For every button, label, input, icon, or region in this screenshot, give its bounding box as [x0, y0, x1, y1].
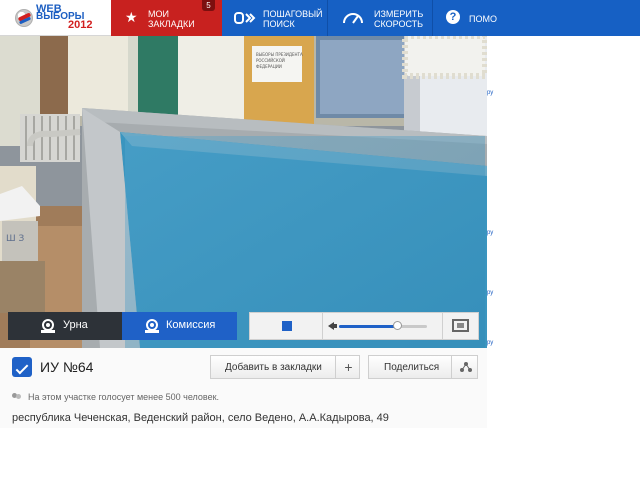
nav-measure-speed[interactable]: Измерить скорость — [327, 0, 432, 36]
add-bookmark-label: Добавить в закладки — [225, 362, 322, 373]
fullscreen-button[interactable] — [442, 313, 479, 339]
nav-step-search-label: Пошаговый поиск — [263, 9, 323, 29]
web-vybory-logo[interactable]: WEB ВЫБОРЫ 2012 — [0, 0, 111, 36]
speedometer-icon — [343, 13, 363, 24]
tab-camera-commission[interactable]: Комиссия — [122, 312, 237, 340]
add-bookmark-button[interactable]: Добавить в закладки + — [210, 355, 360, 379]
right-panel — [492, 36, 640, 483]
voters-note: На этом участке голосует менее 500 челов… — [12, 392, 219, 402]
station-info: ИУ №64 Добавить в закладки + Поделиться … — [0, 348, 487, 428]
nav-help[interactable]: ? Помо — [432, 0, 497, 36]
plus-icon: + — [335, 356, 361, 378]
tab-camera-urn[interactable]: Урна — [8, 312, 122, 340]
fullscreen-icon — [452, 319, 469, 332]
bookmarks-count-badge: 5 — [202, 0, 215, 11]
star-icon: ★ — [125, 9, 138, 25]
side-link[interactable]: ру — [487, 340, 493, 346]
polling-station-camera-image: Ш З ВЫБОРЫ ПРЕЗИДЕНТА РОССИЙСКОЙ ФЕДЕРАЦ… — [0, 36, 487, 348]
side-link[interactable]: ру — [487, 90, 493, 96]
polling-station-icon — [12, 357, 32, 377]
webcam-icon — [41, 319, 55, 333]
station-title: ИУ №64 — [40, 359, 94, 375]
people-icon — [12, 393, 22, 401]
svg-text:ФЕДЕРАЦИИ: ФЕДЕРАЦИИ — [256, 64, 282, 69]
help-icon: ? — [446, 10, 460, 24]
voters-note-text: На этом участке голосует менее 500 челов… — [28, 392, 220, 402]
webcam-icon — [145, 319, 159, 333]
share-label: Поделиться — [384, 362, 440, 373]
nav-my-bookmarks-label: Мои закладки — [148, 9, 195, 29]
side-link[interactable]: ру — [487, 290, 493, 296]
share-icon — [451, 356, 479, 378]
webcam-video-feed[interactable]: Ш З ВЫБОРЫ ПРЕЗИДЕНТА РОССИЙСКОЙ ФЕДЕРАЦ… — [0, 36, 487, 348]
tab-camera-urn-label: Урна — [63, 319, 88, 331]
volume-icon[interactable] — [328, 322, 337, 330]
station-address: республика Чеченская, Веденский район, с… — [12, 412, 389, 424]
tab-camera-commission-label: Комиссия — [166, 319, 216, 331]
stop-button[interactable] — [250, 313, 323, 339]
player-controls — [249, 312, 479, 340]
nav-measure-speed-label: Измерить скорость — [374, 9, 424, 29]
nav-step-search[interactable]: Пошаговый поиск — [222, 0, 327, 36]
logo-text-year: 2012 — [68, 19, 93, 31]
nav-my-bookmarks[interactable]: ★ Мои закладки 5 — [111, 0, 222, 36]
volume-slider-handle[interactable] — [393, 321, 403, 330]
share-button[interactable]: Поделиться — [368, 355, 478, 379]
camera-switcher: Урна Комиссия — [8, 312, 237, 340]
nav-help-label: Помо — [469, 14, 497, 24]
top-nav-bar: WEB ВЫБОРЫ 2012 ★ Мои закладки 5 Пошагов… — [0, 0, 640, 36]
step-search-icon — [234, 12, 256, 24]
svg-text:Ш З: Ш З — [6, 234, 24, 244]
volume-slider[interactable] — [339, 321, 427, 330]
stop-icon — [282, 321, 292, 331]
side-link[interactable]: ру — [487, 230, 493, 236]
volume-slider-fill — [339, 325, 398, 328]
svg-text:РОССИЙСКОЙ: РОССИЙСКОЙ — [256, 58, 285, 63]
logo-ballot-icon — [15, 9, 33, 27]
svg-text:ВЫБОРЫ ПРЕЗИДЕНТА: ВЫБОРЫ ПРЕЗИДЕНТА — [256, 52, 303, 57]
